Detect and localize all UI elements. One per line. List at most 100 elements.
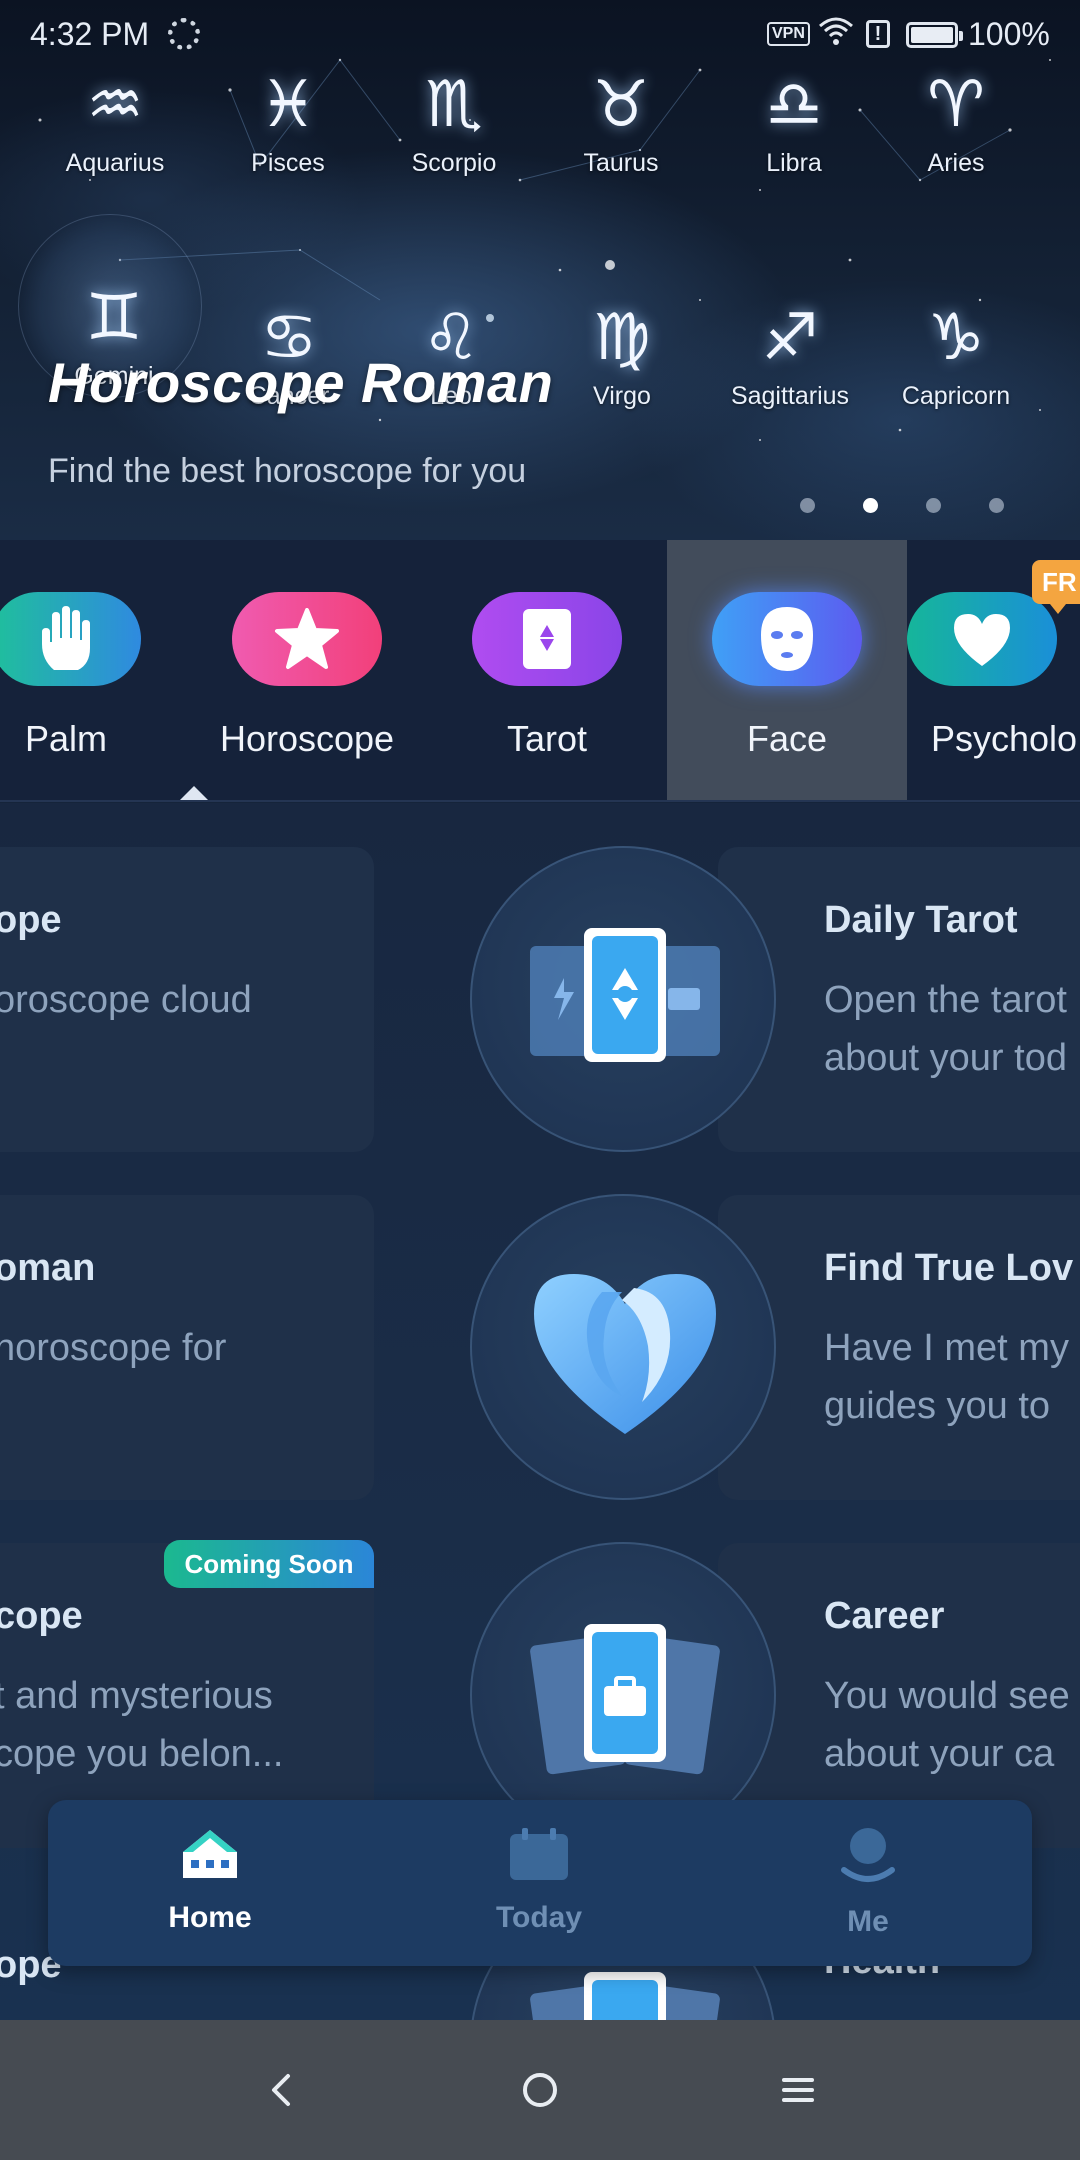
hand-icon: [42, 606, 90, 670]
category-tabs: Palm Horoscope Tarot Face Psycholo: [0, 540, 1080, 802]
vpn-icon: VPN: [767, 22, 810, 46]
back-icon[interactable]: [252, 2060, 312, 2120]
card-title: oman: [0, 1247, 96, 1289]
card-desc: about your tod: [824, 1037, 1067, 1079]
free-badge: FR: [1032, 560, 1080, 614]
hero-subtitle: Find the best horoscope for you: [48, 452, 527, 490]
card-title: Daily Tarot: [824, 899, 1018, 941]
card-desc: Open the tarot: [824, 979, 1067, 1021]
home-circle-icon[interactable]: [510, 2060, 570, 2120]
card-desc: Have I met my: [824, 1327, 1069, 1369]
selected-tab-caret: [180, 786, 208, 800]
tarot-cards-icon: [530, 928, 720, 1062]
carousel-dot[interactable]: [926, 498, 941, 513]
menu-icon[interactable]: [768, 2060, 828, 2120]
zodiac-capricorn[interactable]: ♑ Capricorn: [876, 298, 1036, 411]
tarot-pill: [472, 592, 622, 686]
status-time: 4:32 PM: [30, 16, 150, 52]
daily-tarot-orb: [470, 846, 776, 1152]
nav-label: Home: [168, 1901, 252, 1934]
bottom-navigation: Home Today Me: [48, 1800, 1032, 1966]
hero-title: Horoscope Roman: [48, 351, 554, 414]
face-mask-icon: [761, 607, 813, 671]
card-desc: t and mysterious: [0, 1675, 273, 1717]
zodiac-label: Aries: [927, 149, 985, 177]
tab-label: Face: [746, 718, 828, 759]
zodiac-pisces[interactable]: ♓ Pisces: [208, 65, 368, 178]
heart-icon: [954, 614, 1010, 666]
alert-icon: !: [866, 20, 890, 48]
zodiac-label: Libra: [766, 149, 822, 177]
carousel-indicator: [800, 498, 1004, 513]
zodiac-taurus[interactable]: ♉ Taurus: [541, 65, 701, 178]
wifi-icon: [819, 17, 853, 45]
status-bar: 4:32 PM VPN ! 100%: [0, 0, 1080, 70]
zodiac-scorpio[interactable]: ♏ Scorpio: [374, 65, 534, 178]
battery-percent: 100%: [968, 16, 1050, 52]
aries-icon: ♈: [927, 68, 985, 142]
card-desc: about your ca: [824, 1733, 1055, 1775]
zodiac-label: Pisces: [251, 149, 325, 177]
tab-face[interactable]: Face: [667, 540, 907, 802]
scorpio-icon: ♏: [425, 68, 483, 142]
tab-label: Tarot: [506, 718, 588, 759]
card-desc: guides you to: [824, 1385, 1051, 1427]
card-title: cope: [0, 1595, 83, 1637]
battery-icon: [906, 22, 963, 48]
card-desc: horoscope for: [0, 1327, 227, 1369]
tab-label: Palm: [24, 718, 108, 759]
nav-label: Today: [495, 1901, 583, 1934]
zodiac-label: Virgo: [593, 382, 651, 410]
hero-banner[interactable]: 4:32 PM VPN ! 100% ♒ Aquarius ♓ Pisces ♏…: [0, 0, 1080, 540]
tab-horoscope[interactable]: Horoscope: [187, 540, 427, 802]
tab-label: Psycholo: [931, 718, 1078, 759]
tab-tarot[interactable]: Tarot: [427, 540, 667, 802]
nav-home[interactable]: Home: [110, 1826, 310, 1935]
psychology-pill: [907, 592, 1057, 686]
nav-me[interactable]: Me: [768, 1826, 968, 1939]
carousel-dot[interactable]: [800, 498, 815, 513]
card-title: Career: [824, 1595, 945, 1637]
tarot-card-icon: [523, 609, 571, 669]
zodiac-label: Taurus: [583, 149, 659, 177]
system-navigation-bar: [0, 2020, 1080, 2160]
heart-face-icon: [534, 1274, 716, 1434]
horoscope-roman-card[interactable]: oman horoscope for: [0, 1195, 374, 1500]
libra-icon: ♎: [765, 68, 823, 142]
loading-icon: [168, 18, 200, 50]
zodiac-libra[interactable]: ♎ Libra: [714, 65, 874, 178]
card-desc: You would see: [824, 1675, 1070, 1717]
zodiac-aries[interactable]: ♈ Aries: [876, 65, 1036, 178]
zodiac-label: Aquarius: [65, 149, 165, 177]
zodiac-label: Sagittarius: [730, 382, 850, 410]
tabs-divider: [0, 800, 1080, 802]
zodiac-label: Scorpio: [411, 149, 497, 177]
face-pill: [712, 592, 862, 686]
carousel-dot-active[interactable]: [863, 498, 878, 513]
zodiac-sagittarius[interactable]: ♐ Sagittarius: [710, 298, 870, 411]
zodiac-aquarius[interactable]: ♒ Aquarius: [35, 65, 195, 178]
pisces-icon: ♓: [259, 68, 317, 142]
true-love-orb: [470, 1194, 776, 1500]
person-icon: [841, 1828, 895, 1882]
horoscope-card[interactable]: ope oroscope cloud: [0, 847, 374, 1152]
nav-today[interactable]: Today: [439, 1826, 639, 1935]
zodiac-virgo[interactable]: ♍ Virgo: [542, 298, 702, 411]
nav-label: Me: [847, 1905, 889, 1938]
card-title: ope: [0, 899, 62, 941]
tab-palm[interactable]: Palm: [0, 540, 186, 802]
horoscope-pill: [232, 592, 382, 686]
card-desc: oroscope cloud: [0, 979, 252, 1021]
capricorn-icon: ♑: [927, 301, 985, 375]
palm-pill: [0, 592, 141, 686]
sagittarius-icon: ♐: [761, 301, 819, 375]
taurus-icon: ♉: [592, 68, 650, 142]
star-icon: [275, 608, 339, 669]
zodiac-label: Capricorn: [901, 382, 1011, 410]
card-desc: cope you belon...: [0, 1733, 284, 1775]
home-icon: [183, 1830, 237, 1878]
virgo-icon: ♍: [593, 301, 651, 375]
coming-soon-badge: Coming Soon: [164, 1540, 374, 1588]
carousel-dot[interactable]: [989, 498, 1004, 513]
gemini-icon: ♊: [85, 281, 143, 355]
